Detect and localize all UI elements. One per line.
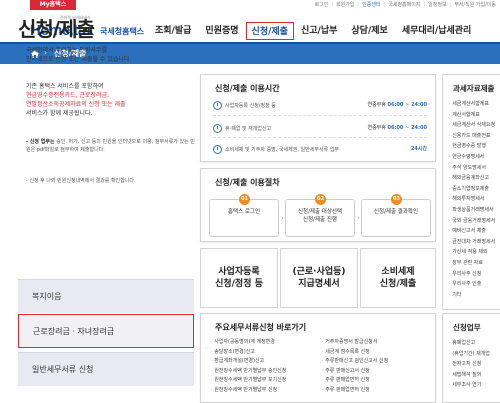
list-item[interactable]: 신용카드 매출전표 [449,131,495,142]
tax-docs-shortcut-panel: 주요세무서류신청 바로가기 사업자(공동명의)계 계정변경 송달장소(변경)신고… [200,313,436,403]
hours-row: 사업자등록 신청/정정 등 연중무휴 06:00 ~ 24:00 [213,101,427,110]
gnb-tax-agent[interactable]: 세무대리/납세관리 [395,22,479,40]
left-nav-earned-income-credit[interactable]: 근로장려금 · 자녀장려금 [18,314,194,348]
left-nav-welfare[interactable]: 복지이음 [18,279,194,313]
note-check-result: - 신청 후 나의 민원신청내역에서 결과를 확인합니다. [26,178,136,184]
list-item[interactable]: 주류 판매업면허 신청 [322,376,433,386]
payment-statement-button[interactable]: (근로·사업등) 지급명세서 [280,248,358,308]
list-item[interactable]: 예비신고서 제출 [449,226,495,237]
utility-links: 로그인 | 회원가입 | 인증센터 | 국세청홈페이지 | 일정정보 | 부서/직원 가입… [314,0,496,10]
list-item[interactable]: 가산세 적용 제외 [449,247,495,258]
note-apply-business: - 신청 업무는 승인, 허가, 신고 등의 민원을 인터넷으로 이용, 첨부서… [26,139,195,153]
intro-services-text: 기존 홈택스 서비스를 포함하여 현금영수증전용카드, 근로장려금, 연말정산소… [26,83,126,117]
list-item[interactable]: 전자고지 신청 [449,359,490,370]
my-hometax-tab[interactable]: My홈택스 [30,0,76,10]
cert-center-link[interactable]: 인증센터 [362,0,380,10]
clock-icon [213,124,222,133]
apply-business-title: 신청업무 [453,323,481,332]
list-item[interactable]: 연금수령명세서 [449,152,495,163]
list-item[interactable]: 사업자(공동명의)계 계정변경 [211,338,322,348]
list-item[interactable]: 세법해석 질의 [449,370,490,381]
staff-link[interactable]: 부서/직원 가입/이동 [454,0,496,10]
hours-row: 소비세제 및 기주자 증명, 국세체권, 일반세무서류 업무 24시간 [213,145,427,154]
hours-title: 신청/제출 이용시간 [215,84,280,93]
tax-docs-title: 주요세무서류신청 바로가기 [215,323,307,332]
procedure-step-1: 01 홈택스 로그인 [209,194,279,237]
procedure-step-3: 03 신청/제출 결과확인 [361,194,431,237]
apply-business-panel: 신청업무 휴폐업신고 (휴업기간) 재개업 전자고지 신청 세법해석 질의 세무… [442,313,500,403]
list-item[interactable]: (휴업기간) 재개업 [449,349,490,360]
tax-data-title: 과세자료제출 [453,84,495,93]
list-item[interactable]: 우리사주 신청 [449,269,495,280]
hours-panel: 신청/제출 이용시간 사업자등록 신청/정정 등 연중무휴 06:00 ~ 24… [200,74,436,162]
list-item[interactable]: 세금계산서합계표 [449,99,495,110]
gnb-inquiry[interactable]: 조회/발급 [148,22,198,40]
intro-text: 국세청에서 주관하는 민원사무를 인터넷으로 신청 또는 제출할 수 있습니다. [26,47,132,63]
arrow-right-icon: › [357,214,360,222]
list-item[interactable]: 우리사주 인출 [449,279,495,290]
list-item[interactable]: 해외투자명세서 [449,194,495,205]
tax-data-submission-panel: 과세자료제출 세금계산서합계표 계산서합계표 세금계산서 삭제요청 신용카드 매… [442,74,500,310]
business-registration-button[interactable]: 사업자등록 신청/정정 등 [200,248,278,308]
gnb-consult[interactable]: 상담/제보 [344,22,394,40]
logo-korean: 국세청홈택스 [100,27,145,36]
signup-link[interactable]: 회원가입 [336,0,354,10]
left-nav-general-tax-docs[interactable]: 일반세무서류 신청 [18,352,194,386]
gnb-apply-submit[interactable]: 신청/제출 [245,22,294,40]
top-utility-bar: My홈택스 로그인 | 회원가입 | 인증센터 | 국세청홈페이지 | 일정정보 | 부서… [0,0,500,10]
list-item[interactable]: 세금계산서 삭제요청 [449,120,495,131]
gnb-certificates[interactable]: 민원증명 [198,22,245,40]
list-item[interactable]: 송달장소(변경)신고 [211,348,322,358]
list-item[interactable]: 주류 판매신고서 신청 [322,367,433,377]
procedure-step-2: 02 신청/제출 대상선택 신청/제출 진행 [285,194,355,237]
schedule-link[interactable]: 일정정보 [428,0,446,10]
list-item[interactable]: 환급계좌개설(변경)신고 [211,357,322,367]
list-item[interactable]: 원천징수세액 반기별납부 승인신청 [211,367,322,377]
list-item[interactable]: 원천징수세액 반기별납부 포기신청 [211,376,322,386]
list-item[interactable]: 국외 금융거래명세서 [449,216,495,227]
login-link[interactable]: 로그인 [315,0,329,10]
list-item[interactable]: 해외금융계좌신고 [449,173,495,184]
list-item[interactable]: 거주자증명서 발급신청서 [322,338,433,348]
list-item[interactable]: 주식 양도명세서 [449,163,495,174]
list-item[interactable]: 세무조사 연기 [449,380,490,391]
clock-icon [213,145,222,154]
consumption-tax-button[interactable]: 소비세제 신청/제출 [360,248,436,308]
list-item[interactable]: 중소기업정보제출 [449,184,495,195]
list-item[interactable]: 휴폐업신고 [449,338,490,349]
list-item[interactable]: 기타 [449,290,495,301]
list-item[interactable]: 주류 판매업면허 신청 [322,386,433,396]
clock-icon [213,101,222,110]
global-nav: 조회/발급 민원증명 신청/제출 신고/납부 상담/제보 세무대리/납세관리 [148,22,478,40]
list-item[interactable]: 계산서합계표 [449,110,495,121]
list-item[interactable]: 금전대차 거래명세서 [449,237,495,248]
list-item[interactable]: 원천징수세액 반기별납부 신청 [211,386,322,396]
gnb-report-pay[interactable]: 신고/납부 [294,22,344,40]
list-item[interactable]: 파생상품거래명세서 [449,205,495,216]
arrow-right-icon: › [281,214,284,222]
list-item[interactable]: 장부 관련 자료 [449,258,495,269]
page-title: 신청/제출 [18,17,95,41]
nts-homepage-link[interactable]: 국세청홈페이지 [388,0,420,10]
hours-row: 휴·폐업 및 재개업신고 연중무휴 06:00 ~ 24:00 [213,124,427,133]
list-item[interactable]: 주류판매신고 검인신고서 신청 [322,357,433,367]
list-item[interactable]: 세금계 점수목록 신청 [322,348,433,358]
list-item[interactable]: 현금영수증 발행 [449,141,495,152]
procedure-panel: 신청/제출 이용절차 01 홈택스 로그인 › 02 신청/제출 대상선택 신청… [200,168,436,242]
procedure-title: 신청/제출 이용절차 [215,178,280,187]
